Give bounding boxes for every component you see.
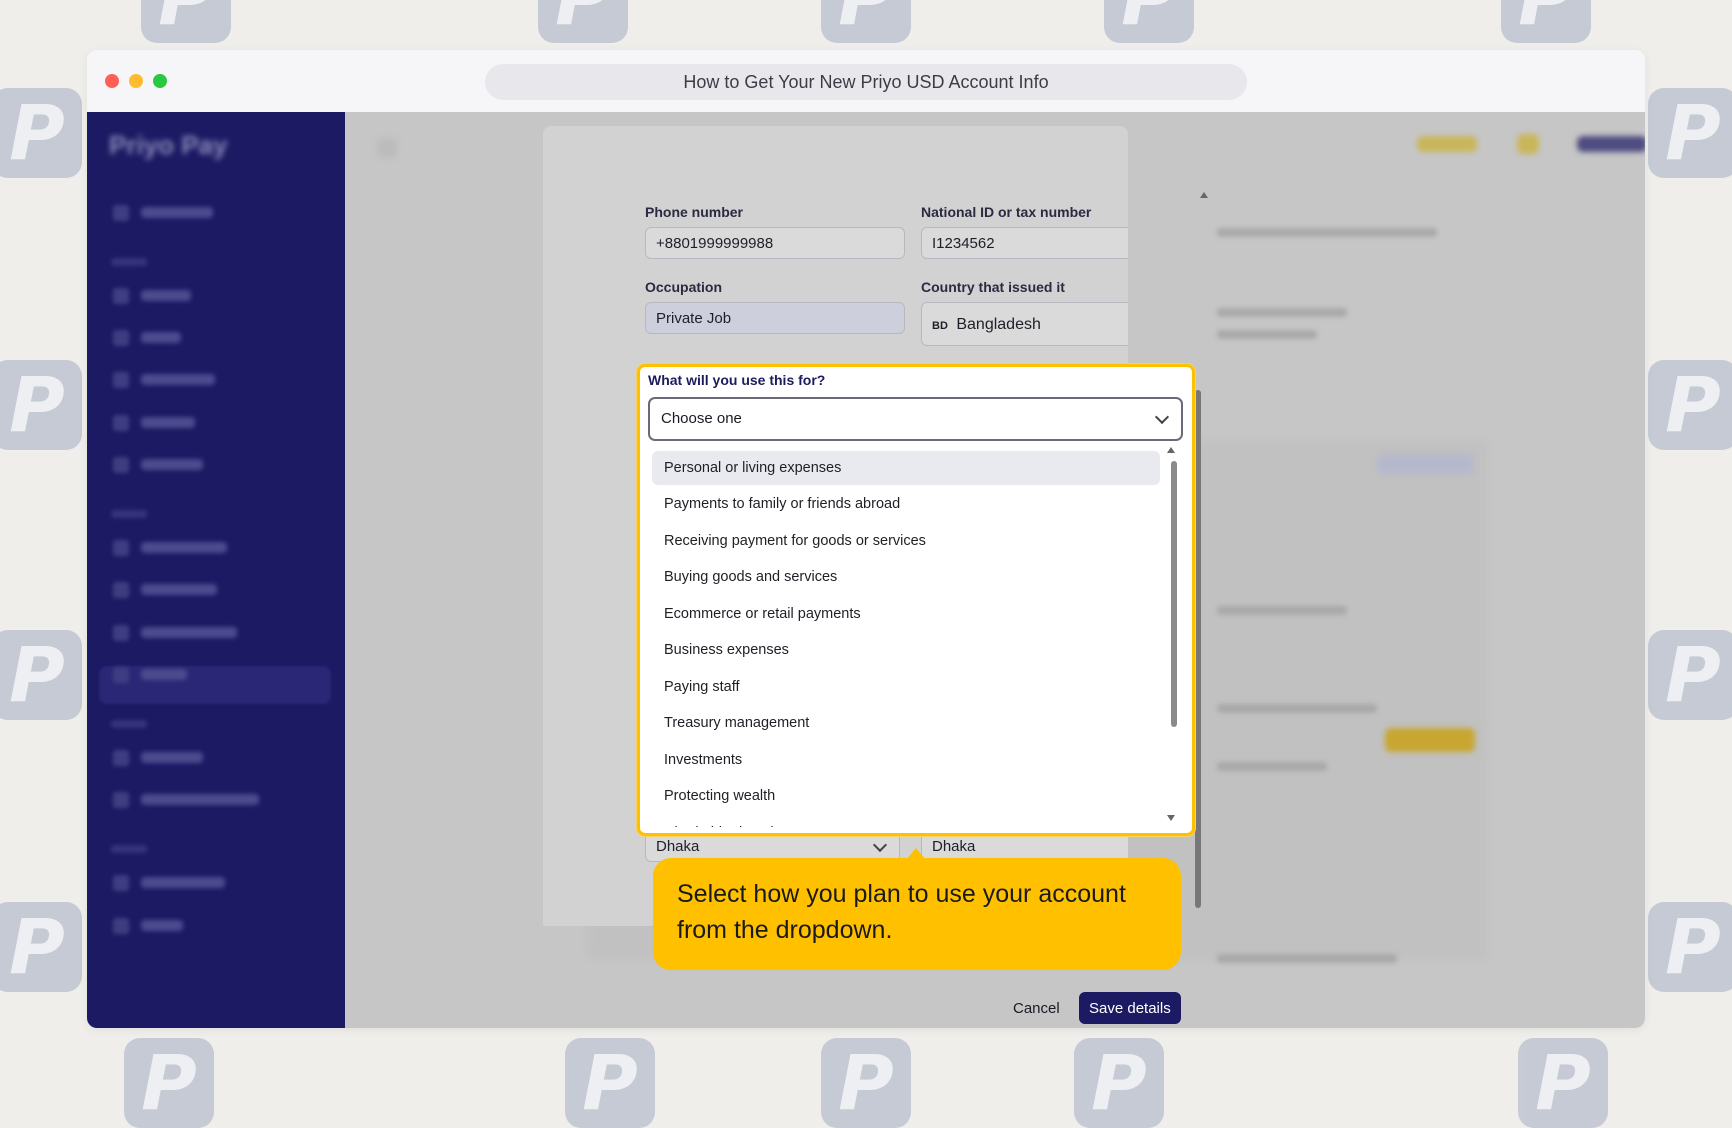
priyo-logo-icon: P: [1074, 1038, 1164, 1128]
phone-label: Phone number: [645, 204, 744, 220]
window-title: How to Get Your New Priyo USD Account In…: [485, 64, 1247, 100]
purpose-label: What will you use this for?: [648, 372, 826, 388]
priyo-logo-icon: P: [0, 360, 82, 450]
dropdown-option[interactable]: Buying goods and services: [652, 560, 1160, 594]
priyo-logo-icon: P: [1501, 0, 1591, 43]
sidebar-item-icon: [113, 205, 129, 221]
country-value: Bangladesh: [956, 316, 1041, 333]
list-scrollbar-thumb[interactable]: [1171, 461, 1177, 727]
sidebar-item-icon: [113, 667, 129, 683]
priyo-logo-icon: P: [0, 902, 82, 992]
purpose-select[interactable]: Choose one: [648, 397, 1183, 441]
sidebar-item-icon: [113, 918, 129, 934]
occupation-input[interactable]: Private Job: [645, 302, 905, 334]
priyo-logo-icon: P: [1648, 360, 1732, 450]
sidebar-section-label: [111, 510, 147, 518]
sidebar-item-icon: [113, 457, 129, 473]
save-details-button[interactable]: Save details: [1079, 992, 1181, 1024]
priyo-logo-icon: P: [1518, 1038, 1608, 1128]
sidebar-active-item: [99, 666, 331, 704]
sidebar: Priyo Pay: [87, 112, 345, 1028]
sidebar-item-icon: [113, 792, 129, 808]
sidebar-item-icon: [113, 372, 129, 388]
city-value: Dhaka: [656, 838, 700, 855]
dropdown-option[interactable]: Ecommerce or retail payments: [652, 597, 1160, 631]
maximize-window-button[interactable]: [153, 74, 167, 88]
sidebar-item-icon: [113, 875, 129, 891]
dropdown-option[interactable]: Personal or living expenses: [652, 451, 1160, 485]
sidebar-item-icon: [113, 540, 129, 556]
dropdown-option[interactable]: Treasury management: [652, 706, 1160, 740]
sidebar-item-icon: [113, 415, 129, 431]
priyo-logo-icon: P: [1648, 902, 1732, 992]
priyo-logo-icon: P: [141, 0, 231, 43]
chevron-down-icon: [1154, 409, 1170, 425]
dropdown-option[interactable]: Paying staff: [652, 670, 1160, 704]
purpose-field-spotlight: What will you use this for? Choose one P…: [637, 364, 1195, 836]
sidebar-item-icon: [113, 750, 129, 766]
sidebar-section-label: [111, 845, 147, 853]
priyo-logo-icon: P: [821, 1038, 911, 1128]
dropdown-option[interactable]: Business expenses: [652, 633, 1160, 667]
dropdown-option[interactable]: Receiving payment for goods or services: [652, 524, 1160, 558]
dropdown-option[interactable]: Charitable donations: [652, 816, 1160, 827]
minimize-window-button[interactable]: [129, 74, 143, 88]
priyo-logo-icon: P: [538, 0, 628, 43]
national-id-input[interactable]: I1234562: [921, 227, 1128, 259]
sidebar-item-icon: [113, 330, 129, 346]
country-select[interactable]: BD Bangladesh: [921, 302, 1128, 346]
sidebar-item-icon: [113, 582, 129, 598]
title-bar: How to Get Your New Priyo USD Account In…: [87, 50, 1645, 112]
phone-input[interactable]: +8801999999988: [645, 227, 905, 259]
priyo-logo-icon: P: [0, 88, 82, 178]
country-label: Country that issued it: [921, 279, 1065, 295]
modal-scrollbar[interactable]: [1195, 390, 1201, 908]
purpose-dropdown-list[interactable]: Personal or living expenses Payments to …: [648, 447, 1183, 827]
list-scroll-up-icon[interactable]: [1167, 447, 1175, 453]
sidebar-logo: Priyo Pay: [109, 130, 228, 160]
sidebar-section-label: [111, 258, 147, 266]
sidebar-section-label: [111, 720, 147, 728]
dropdown-option[interactable]: Protecting wealth: [652, 779, 1160, 813]
scroll-up-arrow-icon[interactable]: [1200, 192, 1208, 198]
priyo-logo-icon: P: [1104, 0, 1194, 43]
priyo-logo-icon: P: [124, 1038, 214, 1128]
district-value: Dhaka: [932, 838, 976, 855]
priyo-logo-icon: P: [821, 0, 911, 43]
country-flag-code: BD: [932, 320, 948, 332]
cancel-button[interactable]: Cancel: [1013, 1000, 1060, 1017]
purpose-placeholder: Choose one: [661, 410, 742, 427]
priyo-logo-icon: P: [0, 630, 82, 720]
list-scroll-down-icon[interactable]: [1167, 815, 1175, 821]
close-window-button[interactable]: [105, 74, 119, 88]
priyo-logo-icon: P: [565, 1038, 655, 1128]
chevron-down-icon: [872, 837, 888, 852]
dropdown-option[interactable]: Payments to family or friends abroad: [652, 487, 1160, 521]
sidebar-item-icon: [113, 288, 129, 304]
dropdown-option[interactable]: Investments: [652, 743, 1160, 777]
national-id-label: National ID or tax number: [921, 204, 1092, 220]
priyo-logo-icon: P: [1648, 630, 1732, 720]
sidebar-item-icon: [113, 625, 129, 641]
occupation-label: Occupation: [645, 279, 723, 295]
guide-tooltip: Select how you plan to use your account …: [653, 858, 1181, 970]
priyo-logo-icon: P: [1648, 88, 1732, 178]
